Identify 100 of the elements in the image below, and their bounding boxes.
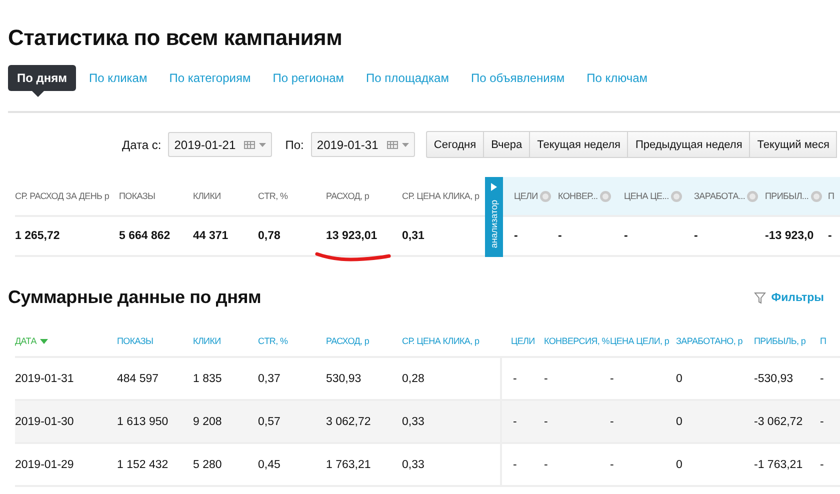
total-value: - bbox=[624, 230, 628, 242]
column-header[interactable]: ПРИБЫЛЬ, р bbox=[754, 336, 806, 346]
table-cell: 0,57 bbox=[258, 416, 280, 428]
table-cell: 9 208 bbox=[193, 416, 222, 428]
column-header[interactable]: CTR, % bbox=[258, 336, 288, 346]
tab[interactable]: По регионам bbox=[264, 64, 354, 90]
pointer-icon bbox=[32, 90, 44, 96]
table-cell: - bbox=[513, 458, 517, 470]
column-header: ЦЕНА ЦЕ... bbox=[624, 191, 669, 201]
column-header[interactable]: ДАТА bbox=[15, 336, 36, 346]
column-header[interactable]: ЗАРАБОТАНО, р bbox=[676, 336, 742, 346]
help-icon[interactable] bbox=[540, 190, 551, 202]
tab[interactable]: По объявлениям bbox=[462, 64, 574, 90]
table-cell: - bbox=[820, 372, 824, 384]
help-icon[interactable] bbox=[600, 190, 611, 202]
table-cell: - bbox=[544, 372, 548, 384]
table-cell: 0 bbox=[676, 372, 682, 384]
total-value: 1 265,72 bbox=[15, 230, 60, 242]
help-icon[interactable] bbox=[747, 190, 758, 202]
calendar-icon bbox=[244, 140, 266, 148]
column-header: П bbox=[828, 191, 834, 201]
total-value: - bbox=[514, 230, 518, 242]
expand-icon bbox=[491, 183, 497, 191]
table-cell: -1 763,21 bbox=[754, 458, 803, 470]
tab[interactable]: По площадкам bbox=[357, 64, 458, 90]
table-cell: - bbox=[610, 372, 614, 384]
column-header[interactable]: КОНВЕРСИЯ, % bbox=[544, 336, 610, 346]
total-value: - bbox=[828, 230, 832, 242]
table-cell: 0 bbox=[676, 416, 682, 428]
table-cell: 2019-01-30 bbox=[15, 416, 74, 428]
analyzer-tab[interactable]: анализатор bbox=[485, 177, 503, 257]
column-header[interactable]: РАСХОД, р bbox=[326, 336, 370, 346]
table-cell: 0,37 bbox=[258, 372, 280, 384]
total-value: 13 923,01 bbox=[326, 230, 378, 242]
column-header: КОНВЕР... bbox=[558, 191, 598, 201]
total-value: 0,78 bbox=[258, 230, 280, 242]
column-header: СР. ЦЕНА КЛИКА, р bbox=[402, 191, 480, 201]
table-cell: 484 597 bbox=[117, 372, 159, 384]
column-header[interactable]: КЛИКИ bbox=[193, 336, 221, 346]
help-icon[interactable] bbox=[810, 190, 822, 202]
column-header[interactable]: СР. ЦЕНА КЛИКА, р bbox=[402, 336, 480, 346]
period-button[interactable]: Вчера bbox=[484, 131, 530, 158]
column-header[interactable]: ПОКАЗЫ bbox=[117, 336, 154, 346]
table-cell: - bbox=[513, 372, 517, 384]
table-cell: 0,28 bbox=[402, 372, 424, 384]
filters-link[interactable]: Фильтры bbox=[754, 292, 824, 304]
column-header: ЗАРАБОТА... bbox=[694, 191, 746, 201]
sort-icon bbox=[40, 338, 48, 344]
column-header[interactable]: ЦЕЛИ bbox=[511, 336, 535, 346]
column-header: ПРИБЫЛ... bbox=[765, 191, 809, 201]
table-cell: - bbox=[610, 416, 614, 428]
period-button[interactable]: Текущий меся bbox=[750, 131, 838, 158]
table-cell: 0,33 bbox=[402, 458, 424, 470]
table-cell: 530,93 bbox=[326, 372, 362, 384]
table-cell: 2019-01-29 bbox=[15, 458, 74, 470]
total-value: 0,31 bbox=[402, 230, 424, 242]
table-cell: 0,33 bbox=[402, 416, 424, 428]
total-value: -13 923,0 bbox=[765, 230, 814, 242]
total-value: - bbox=[558, 230, 562, 242]
table-cell: 1 763,21 bbox=[326, 458, 371, 470]
total-value: 5 664 862 bbox=[119, 230, 170, 242]
tab[interactable]: По категориям bbox=[160, 64, 260, 90]
table-cell: 3 062,72 bbox=[326, 416, 371, 428]
table-cell: 1 152 432 bbox=[117, 458, 168, 470]
calendar-icon bbox=[386, 140, 409, 148]
filter-icon bbox=[754, 292, 766, 304]
column-header: CTR, % bbox=[258, 191, 288, 201]
period-button[interactable]: Сегодня bbox=[426, 131, 484, 158]
table-cell: - bbox=[610, 458, 614, 470]
page-title: Статистика по всем кампаниям bbox=[7, 24, 344, 52]
table-cell: 5 280 bbox=[193, 458, 222, 470]
table-cell: - bbox=[544, 416, 548, 428]
column-header: КЛИКИ bbox=[193, 191, 221, 201]
date-from-field[interactable]: 2019-01-21 bbox=[168, 132, 272, 157]
column-header: СР. РАСХОД ЗА ДЕНЬ р bbox=[15, 191, 110, 201]
column-header: РАСХОД, р bbox=[326, 191, 370, 201]
table-cell: 1 835 bbox=[193, 372, 222, 384]
tab[interactable]: По дням bbox=[8, 64, 76, 90]
date-to-field[interactable]: 2019-01-31 bbox=[310, 132, 415, 157]
column-header: ЦЕЛИ bbox=[514, 191, 538, 201]
table-cell: 0,45 bbox=[258, 458, 280, 470]
tab[interactable]: По кликам bbox=[80, 64, 156, 90]
total-value: 44 371 bbox=[193, 230, 228, 242]
column-header[interactable]: П bbox=[820, 336, 826, 346]
table-cell: - bbox=[820, 416, 824, 428]
table-cell: - bbox=[544, 458, 548, 470]
date-to-label: По: bbox=[285, 138, 304, 152]
table-cell: 2019-01-31 bbox=[15, 372, 74, 384]
help-icon[interactable] bbox=[670, 190, 682, 202]
period-button[interactable]: Текущая неделя bbox=[530, 131, 628, 158]
table-cell: -530,93 bbox=[754, 372, 794, 384]
table-cell: 0 bbox=[676, 458, 682, 470]
total-value: - bbox=[694, 230, 698, 242]
date-from-label: Дата с: bbox=[122, 138, 162, 152]
period-button[interactable]: Предыдущая неделя bbox=[628, 131, 750, 158]
column-header[interactable]: ЦЕНА ЦЕЛИ, р bbox=[610, 336, 670, 346]
tab[interactable]: По ключам bbox=[578, 64, 657, 90]
column-header: ПОКАЗЫ bbox=[119, 191, 156, 201]
table-cell: - bbox=[513, 416, 517, 428]
table-cell: 1 613 950 bbox=[117, 416, 168, 428]
